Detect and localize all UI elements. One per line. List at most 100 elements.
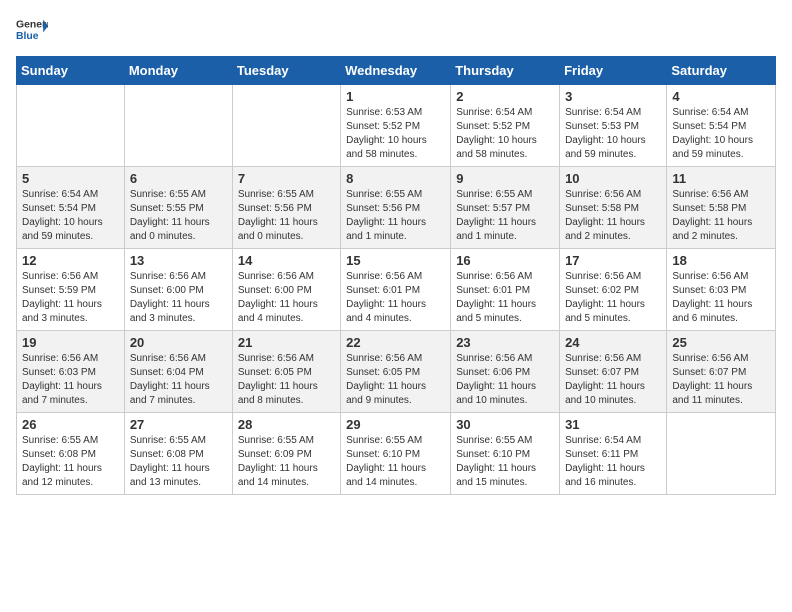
header-monday: Monday (124, 57, 232, 85)
day-number: 17 (565, 253, 661, 268)
calendar-week-row: 1 Sunrise: 6:53 AM Sunset: 5:52 PM Daylig… (17, 85, 776, 167)
day-number: 30 (456, 417, 554, 432)
day-number: 28 (238, 417, 335, 432)
day-number: 3 (565, 89, 661, 104)
day-info: Sunrise: 6:56 AM Sunset: 6:05 PM Dayligh… (346, 352, 445, 408)
day-number: 27 (130, 417, 227, 432)
calendar-cell: 23Sunrise: 6:56 AM Sunset: 6:06 PM Dayli… (451, 331, 560, 413)
day-info: Sunrise: 6:54 AM Sunset: 6:11 PM Dayligh… (565, 434, 661, 490)
day-info: Sunrise: 6:56 AM Sunset: 6:02 PM Dayligh… (565, 270, 661, 326)
day-number: 24 (565, 335, 661, 350)
calendar-cell: 21Sunrise: 6:56 AM Sunset: 6:05 PM Dayli… (232, 331, 340, 413)
day-info: Sunrise: 6:56 AM Sunset: 5:58 PM Dayligh… (565, 188, 661, 244)
calendar-cell: 6 Sunrise: 6:55 AM Sunset: 5:55 PM Daylig… (124, 167, 232, 249)
day-number: 31 (565, 417, 661, 432)
calendar-cell: 25Sunrise: 6:56 AM Sunset: 6:07 PM Dayli… (667, 331, 776, 413)
day-number: 4 (672, 89, 770, 104)
day-info: Sunrise: 6:56 AM Sunset: 6:03 PM Dayligh… (22, 352, 119, 408)
day-number: 16 (456, 253, 554, 268)
calendar-cell: 3 Sunrise: 6:54 AM Sunset: 5:53 PM Daylig… (560, 85, 667, 167)
day-info: Sunrise: 6:54 AM Sunset: 5:54 PM Dayligh… (672, 106, 770, 162)
day-number: 5 (22, 171, 119, 186)
calendar-cell: 4 Sunrise: 6:54 AM Sunset: 5:54 PM Daylig… (667, 85, 776, 167)
day-info: Sunrise: 6:56 AM Sunset: 6:05 PM Dayligh… (238, 352, 335, 408)
day-info: Sunrise: 6:54 AM Sunset: 5:52 PM Dayligh… (456, 106, 554, 162)
calendar-cell (667, 413, 776, 495)
day-info: Sunrise: 6:56 AM Sunset: 6:06 PM Dayligh… (456, 352, 554, 408)
header-sunday: Sunday (17, 57, 125, 85)
day-info: Sunrise: 6:56 AM Sunset: 6:04 PM Dayligh… (130, 352, 227, 408)
calendar-cell: 2 Sunrise: 6:54 AM Sunset: 5:52 PM Daylig… (451, 85, 560, 167)
day-number: 14 (238, 253, 335, 268)
day-info: Sunrise: 6:56 AM Sunset: 5:59 PM Dayligh… (22, 270, 119, 326)
calendar-cell (232, 85, 340, 167)
header-wednesday: Wednesday (341, 57, 451, 85)
day-info: Sunrise: 6:56 AM Sunset: 6:07 PM Dayligh… (672, 352, 770, 408)
day-number: 20 (130, 335, 227, 350)
day-info: Sunrise: 6:55 AM Sunset: 6:10 PM Dayligh… (346, 434, 445, 490)
day-number: 11 (672, 171, 770, 186)
calendar-cell: 31 Sunrise: 6:54 AM Sunset: 6:11 PM Dayli… (560, 413, 667, 495)
calendar-cell: 10 Sunrise: 6:56 AM Sunset: 5:58 PM Dayli… (560, 167, 667, 249)
day-info: Sunrise: 6:56 AM Sunset: 6:00 PM Dayligh… (238, 270, 335, 326)
calendar-cell: 27Sunrise: 6:55 AM Sunset: 6:08 PM Dayli… (124, 413, 232, 495)
calendar-cell: 24 Sunrise: 6:56 AM Sunset: 6:07 PM Dayli… (560, 331, 667, 413)
day-info: Sunrise: 6:56 AM Sunset: 6:07 PM Dayligh… (565, 352, 661, 408)
calendar-cell: 13 Sunrise: 6:56 AM Sunset: 6:00 PM Dayli… (124, 249, 232, 331)
calendar-cell: 16Sunrise: 6:56 AM Sunset: 6:01 PM Dayli… (451, 249, 560, 331)
calendar-table: SundayMondayTuesdayWednesdayThursdayFrid… (16, 56, 776, 495)
day-info: Sunrise: 6:55 AM Sunset: 5:57 PM Dayligh… (456, 188, 554, 244)
day-number: 6 (130, 171, 227, 186)
day-info: Sunrise: 6:56 AM Sunset: 6:03 PM Dayligh… (672, 270, 770, 326)
calendar-cell: 8 Sunrise: 6:55 AM Sunset: 5:56 PM Daylig… (341, 167, 451, 249)
calendar-cell: 12 Sunrise: 6:56 AM Sunset: 5:59 PM Dayli… (17, 249, 125, 331)
calendar-week-row: 26Sunrise: 6:55 AM Sunset: 6:08 PM Dayli… (17, 413, 776, 495)
svg-text:Blue: Blue (16, 31, 39, 42)
calendar-cell (124, 85, 232, 167)
day-info: Sunrise: 6:53 AM Sunset: 5:52 PM Dayligh… (346, 106, 445, 162)
day-number: 7 (238, 171, 335, 186)
day-info: Sunrise: 6:55 AM Sunset: 6:10 PM Dayligh… (456, 434, 554, 490)
calendar-cell: 26Sunrise: 6:55 AM Sunset: 6:08 PM Dayli… (17, 413, 125, 495)
day-info: Sunrise: 6:55 AM Sunset: 5:55 PM Dayligh… (130, 188, 227, 244)
day-number: 8 (346, 171, 445, 186)
calendar-cell: 22 Sunrise: 6:56 AM Sunset: 6:05 PM Dayli… (341, 331, 451, 413)
day-number: 1 (346, 89, 445, 104)
calendar-cell: 17 Sunrise: 6:56 AM Sunset: 6:02 PM Dayli… (560, 249, 667, 331)
header-thursday: Thursday (451, 57, 560, 85)
day-number: 2 (456, 89, 554, 104)
day-info: Sunrise: 6:54 AM Sunset: 5:53 PM Dayligh… (565, 106, 661, 162)
day-number: 15 (346, 253, 445, 268)
page-header: General Blue (16, 16, 776, 44)
calendar-week-row: 19Sunrise: 6:56 AM Sunset: 6:03 PM Dayli… (17, 331, 776, 413)
day-number: 13 (130, 253, 227, 268)
calendar-cell: 11 Sunrise: 6:56 AM Sunset: 5:58 PM Dayli… (667, 167, 776, 249)
logo: General Blue (16, 16, 48, 44)
day-info: Sunrise: 6:54 AM Sunset: 5:54 PM Dayligh… (22, 188, 119, 244)
header-saturday: Saturday (667, 57, 776, 85)
day-number: 9 (456, 171, 554, 186)
calendar-cell: 9 Sunrise: 6:55 AM Sunset: 5:57 PM Daylig… (451, 167, 560, 249)
day-info: Sunrise: 6:55 AM Sunset: 5:56 PM Dayligh… (238, 188, 335, 244)
calendar-cell: 7 Sunrise: 6:55 AM Sunset: 5:56 PM Daylig… (232, 167, 340, 249)
day-info: Sunrise: 6:56 AM Sunset: 5:58 PM Dayligh… (672, 188, 770, 244)
day-info: Sunrise: 6:55 AM Sunset: 6:09 PM Dayligh… (238, 434, 335, 490)
generalblue-logo-icon: General Blue (16, 16, 48, 44)
calendar-cell: 29Sunrise: 6:55 AM Sunset: 6:10 PM Dayli… (341, 413, 451, 495)
calendar-cell: 30 Sunrise: 6:55 AM Sunset: 6:10 PM Dayli… (451, 413, 560, 495)
day-info: Sunrise: 6:56 AM Sunset: 6:01 PM Dayligh… (346, 270, 445, 326)
calendar-cell: 20 Sunrise: 6:56 AM Sunset: 6:04 PM Dayli… (124, 331, 232, 413)
day-number: 18 (672, 253, 770, 268)
day-number: 12 (22, 253, 119, 268)
header-friday: Friday (560, 57, 667, 85)
day-info: Sunrise: 6:56 AM Sunset: 6:00 PM Dayligh… (130, 270, 227, 326)
calendar-header-row: SundayMondayTuesdayWednesdayThursdayFrid… (17, 57, 776, 85)
calendar-cell: 28 Sunrise: 6:55 AM Sunset: 6:09 PM Dayli… (232, 413, 340, 495)
header-tuesday: Tuesday (232, 57, 340, 85)
calendar-cell: 1 Sunrise: 6:53 AM Sunset: 5:52 PM Daylig… (341, 85, 451, 167)
calendar-week-row: 5 Sunrise: 6:54 AM Sunset: 5:54 PM Daylig… (17, 167, 776, 249)
day-number: 22 (346, 335, 445, 350)
day-number: 10 (565, 171, 661, 186)
calendar-cell: 5 Sunrise: 6:54 AM Sunset: 5:54 PM Daylig… (17, 167, 125, 249)
day-info: Sunrise: 6:55 AM Sunset: 5:56 PM Dayligh… (346, 188, 445, 244)
